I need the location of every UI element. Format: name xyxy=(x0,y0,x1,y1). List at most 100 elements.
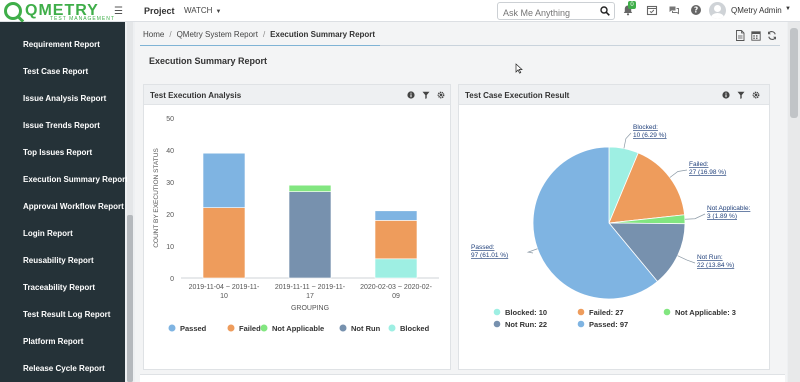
sidebar-item-top-issues-report[interactable]: Top Issues Report xyxy=(23,148,92,157)
legend-swatch xyxy=(339,324,347,332)
legend-item-not-run[interactable]: Not Run: 22 xyxy=(493,320,547,329)
x-axis-label: GROUPING xyxy=(291,305,329,312)
pie-leader-line xyxy=(526,248,538,254)
project-selector[interactable]: WATCH ▼ xyxy=(184,6,221,15)
legend-item-not-applicable[interactable]: Not Applicable xyxy=(260,324,325,333)
legend-swatch xyxy=(168,324,176,332)
legend-swatch xyxy=(388,324,396,332)
sidebar: Requirement Report Test Case Report Issu… xyxy=(0,22,128,382)
sidebar-item-test-case-report[interactable]: Test Case Report xyxy=(23,67,88,76)
legend-swatch xyxy=(260,324,268,332)
legend-swatch xyxy=(577,320,585,328)
search-box xyxy=(497,2,615,20)
y-tick-label: 40 xyxy=(166,148,174,155)
mouse-cursor-icon xyxy=(515,63,523,74)
y-tick-label: 50 xyxy=(166,116,174,123)
legend-item-failed[interactable]: Failed: 27 xyxy=(577,308,624,317)
gear-icon[interactable] xyxy=(437,91,445,99)
pie-data-label[interactable]: Not Run: xyxy=(697,254,723,261)
y-tick-label: 30 xyxy=(166,180,174,187)
filter-icon[interactable] xyxy=(737,91,745,99)
info-icon[interactable] xyxy=(407,91,415,99)
pie-data-value[interactable]: 27 (16.98 %) xyxy=(689,169,726,176)
sidebar-scrollbar-thumb[interactable] xyxy=(127,215,133,382)
pie-data-label[interactable]: Passed: xyxy=(471,244,495,251)
search-icon[interactable] xyxy=(600,6,610,16)
search-input[interactable] xyxy=(503,6,599,20)
sidebar-item-requirement-report[interactable]: Requirement Report xyxy=(23,40,100,49)
breadcrumb-home[interactable]: Home xyxy=(143,30,164,39)
breadcrumb: Home / QMetry System Report / Execution Summ… xyxy=(143,30,375,39)
pie-data-label[interactable]: Failed: xyxy=(689,161,709,168)
avatar[interactable] xyxy=(709,2,726,19)
y-tick-label: 20 xyxy=(166,212,174,219)
legend-item-failed[interactable]: Failed xyxy=(227,324,262,333)
chevron-down-icon[interactable]: ▼ xyxy=(785,6,791,12)
legend-swatch xyxy=(227,324,235,332)
sidebar-item-issue-trends-report[interactable]: Issue Trends Report xyxy=(23,121,100,130)
breadcrumb-separator: / xyxy=(262,30,266,39)
legend-item-blocked[interactable]: Blocked: 10 xyxy=(493,308,547,317)
nav-project-link[interactable]: Project xyxy=(144,6,175,16)
refresh-icon[interactable] xyxy=(767,30,777,41)
legend-label: Not Run: 22 xyxy=(505,320,547,329)
top-bar: QMETRY TEST MANAGEMENT ☰ Project WATCH ▼ … xyxy=(0,0,800,22)
pie-data-value[interactable]: 22 (13.84 %) xyxy=(697,262,734,269)
legend-swatch xyxy=(577,308,585,316)
pie-data-label[interactable]: Blocked: xyxy=(633,124,658,131)
bar-not-applicable xyxy=(288,184,332,192)
user-name[interactable]: QMetry Admin xyxy=(731,6,782,15)
pie-data-value[interactable]: 3 (1.89 %) xyxy=(707,213,737,220)
logo-mark-icon xyxy=(4,2,22,20)
legend-label: Passed xyxy=(180,324,207,333)
panel-title: Test Case Execution Result xyxy=(465,91,570,100)
y-axis-label: COUNT BY EXECUTION STATUS xyxy=(153,148,160,248)
bar-blocked xyxy=(374,258,418,279)
bar-not-run xyxy=(288,191,332,279)
legend-item-passed[interactable]: Passed: 97 xyxy=(577,320,629,329)
pie-data-value[interactable]: 97 (61.01 %) xyxy=(471,252,508,259)
sidebar-item-reusability-report[interactable]: Reusability Report xyxy=(23,256,94,265)
breadcrumb-current: Execution Summary Report xyxy=(270,30,376,39)
legend-swatch xyxy=(493,320,501,328)
sidebar-item-platform-report[interactable]: Platform Report xyxy=(23,337,83,346)
x-tick-label: 09 xyxy=(392,293,400,300)
next-panel-edge xyxy=(140,374,785,382)
bar-failed xyxy=(202,207,246,279)
x-tick-label: 10 xyxy=(220,293,228,300)
sidebar-item-traceability-report[interactable]: Traceability Report xyxy=(23,283,95,292)
panel-title: Test Execution Analysis xyxy=(150,91,242,100)
filter-icon[interactable] xyxy=(422,91,430,99)
pie-data-value[interactable]: 10 (6.29 %) xyxy=(633,132,667,139)
legend-label: Passed: 97 xyxy=(589,320,628,329)
chevron-down-icon: ▼ xyxy=(215,9,222,15)
calendar-check-icon[interactable] xyxy=(646,4,658,16)
breadcrumb-parent[interactable]: QMetry System Report xyxy=(177,30,258,39)
legend-item-not-applicable[interactable]: Not Applicable: 3 xyxy=(663,308,736,317)
calendar-icon[interactable] xyxy=(751,30,761,41)
legend-item-passed[interactable]: Passed xyxy=(168,324,207,333)
sidebar-item-approval-workflow-report[interactable]: Approval Workflow Report xyxy=(23,202,124,211)
project-selector-label: WATCH xyxy=(184,6,213,15)
legend-swatch xyxy=(493,308,501,316)
pie-leader-line xyxy=(684,213,706,220)
menu-toggle-icon[interactable]: ☰ xyxy=(114,6,123,17)
legend-item-blocked[interactable]: Blocked xyxy=(388,324,430,333)
legend-item-not-run[interactable]: Not Run xyxy=(339,324,381,333)
chat-icon[interactable] xyxy=(668,4,680,16)
help-icon[interactable]: ? xyxy=(690,4,702,16)
sidebar-item-issue-analysis-report[interactable]: Issue Analysis Report xyxy=(23,94,106,103)
x-tick-label: 17 xyxy=(306,293,314,300)
sidebar-item-test-result-log-report[interactable]: Test Result Log Report xyxy=(23,310,110,319)
y-tick-label: 10 xyxy=(166,244,174,251)
page-scrollbar-thumb[interactable] xyxy=(790,28,798,118)
export-pdf-icon[interactable] xyxy=(735,30,745,41)
pie-data-label[interactable]: Not Applicable: xyxy=(707,205,751,212)
legend-label: Failed: 27 xyxy=(589,308,624,317)
sidebar-item-login-report[interactable]: Login Report xyxy=(23,229,73,238)
info-icon[interactable] xyxy=(722,91,730,99)
sidebar-item-execution-summary-report[interactable]: Execution Summary Report xyxy=(23,175,128,184)
legend-label: Blocked xyxy=(400,324,430,333)
gear-icon[interactable] xyxy=(752,91,760,99)
sidebar-item-release-cycle-report[interactable]: Release Cycle Report xyxy=(23,364,105,373)
